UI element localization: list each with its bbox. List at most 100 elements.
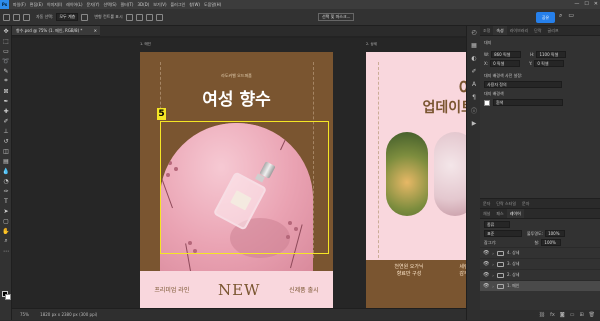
gradient-tool-icon[interactable]: ▤ [0,156,12,166]
height-field[interactable]: 1100 픽셀 [536,51,567,58]
fill-field[interactable]: 100% [541,239,562,246]
auto-select-dropdown[interactable]: 모두 계층 [56,13,79,21]
healing-tool-icon[interactable]: ✚ [0,106,12,116]
brush-tool-icon[interactable]: ✐ [0,116,12,126]
layer-row-selected[interactable]: 👁 › 1. 메인 [480,280,600,291]
menu-select[interactable]: 선택(S) [103,2,116,8]
new-group-icon[interactable]: ▭ [570,310,575,320]
x-field[interactable]: 0 픽셀 [490,60,521,67]
align-center-icon[interactable] [135,13,143,21]
menu-3d[interactable]: 3D(D) [137,2,149,7]
artboard-detail[interactable]: 이 업데이트 천연원 오가닉 향료만 구성 세련 감각 [366,52,466,308]
tab-paths[interactable]: 패스 [493,209,506,218]
type-tool-icon[interactable]: T [0,196,12,206]
document-tab[interactable]: 향수.psd @ 75% (1. 메인, RGB/8) * ✕ [12,26,100,36]
menu-help[interactable]: 도움말(H) [204,2,221,8]
zoom-tool-icon[interactable]: ⌕ [0,236,12,246]
layer-kind-filter[interactable]: 종류 [484,221,510,228]
quick-select-tool-icon[interactable]: ✎ [0,66,12,76]
tab-channels[interactable]: 채널 [480,209,493,218]
move-options-icon[interactable] [23,13,30,21]
canvas-area[interactable]: 1. 메인 2. 상세 라도커벨 오드퍼퓸 여성 향수 프리미엄 라인 NEW … [12,38,466,308]
blend-mode-dropdown[interactable]: 표준 [484,230,522,237]
menu-type[interactable]: 문자(Y) [87,2,100,8]
tab-layers[interactable]: 레이어 [506,209,524,218]
artboard-tool-icon[interactable]: ⬚ [0,36,12,46]
align-left-icon[interactable] [125,13,133,21]
width-field[interactable]: 860 픽셀 [491,51,522,58]
paragraph-icon[interactable]: ¶ [467,91,481,104]
select-mask-button[interactable]: 선택 및 마스크... [318,13,355,21]
new-layer-icon[interactable]: ⊞ [579,310,583,320]
color-swatches[interactable] [2,291,11,300]
preset-dropdown[interactable]: 사용자 정의 [484,81,562,88]
tab-paragraph-styles[interactable]: 단락 스타일 [493,199,519,208]
path-select-tool-icon[interactable]: ➤ [0,206,12,216]
layer-row[interactable]: 👁 › 2. 상세 [480,269,600,280]
artboard-label-detail[interactable]: 2. 상세 [366,42,377,47]
swatches-icon[interactable]: ▦ [467,39,481,52]
eyedropper-tool-icon[interactable]: ✒ [0,96,12,106]
crop-tool-icon[interactable]: ⌗ [0,76,12,86]
minimize-icon[interactable]: — [574,0,579,9]
info-icon[interactable]: ⓘ [467,104,481,117]
menu-window[interactable]: 창(W) [189,2,200,8]
tab-character-2[interactable]: 문자 [519,199,532,208]
menu-plugins[interactable]: 플러그인 [171,2,186,8]
lasso-tool-icon[interactable]: ➰ [0,56,12,66]
link-layers-icon[interactable]: ⛓ [539,310,545,320]
tab-properties[interactable]: 속성 [493,26,507,35]
bg-color-swatch[interactable] [484,99,490,106]
close-tab-icon[interactable]: ✕ [94,26,97,35]
character-icon[interactable]: A [467,78,481,91]
pen-tool-icon[interactable]: ✑ [0,186,12,196]
chevron-right-icon[interactable]: › [489,284,497,289]
menu-filter[interactable]: 필터(T) [121,2,134,8]
artboard-label-main[interactable]: 1. 메인 [140,42,151,47]
menu-edit[interactable]: 편집(E) [30,2,43,8]
distribute-icon[interactable] [155,13,163,21]
blur-tool-icon[interactable]: 💧 [0,166,12,176]
selection-bounding-box[interactable] [160,121,329,254]
stamp-tool-icon[interactable]: ⊥ [0,126,12,136]
move-tool-icon[interactable] [13,13,20,21]
history-brush-tool-icon[interactable]: ↺ [0,136,12,146]
align-right-icon[interactable] [145,13,153,21]
shape-tool-icon[interactable]: ▢ [0,216,12,226]
tab-character[interactable]: 문자 [480,199,493,208]
layer-row[interactable]: 👁 › 4. 상세 [480,247,600,258]
layer-row[interactable]: 👁 › 3. 상세 [480,258,600,269]
menu-view[interactable]: 보기(V) [153,2,166,8]
fx-icon[interactable]: fx [550,310,555,320]
search-icon[interactable]: ⌕ [559,12,562,20]
maximize-icon[interactable]: ☐ [584,0,588,9]
chevron-right-icon[interactable]: › [489,273,497,278]
share-button[interactable]: 공유 [536,12,555,23]
transform-checkbox[interactable] [81,13,89,21]
menu-layer[interactable]: 레이어(L) [66,2,82,8]
document-dimensions[interactable]: 1820 px x 2380 px (300 ppi) [40,312,97,317]
menu-file[interactable]: 파일(F) [13,2,26,8]
home-icon[interactable] [3,13,10,21]
chevron-right-icon[interactable]: › [489,251,497,256]
workspace-icon[interactable]: ▭ [568,12,574,20]
color-icon[interactable]: ◐ [467,52,481,65]
brush-settings-icon[interactable]: ✐ [467,65,481,78]
tab-glyphs[interactable]: 글리프 [545,26,562,35]
hand-tool-icon[interactable]: ✋ [0,226,12,236]
more-tools-icon[interactable]: ⋯ [0,246,12,256]
actions-icon[interactable]: ▶ [467,117,481,130]
zoom-level[interactable]: 75% [20,312,29,317]
trash-icon[interactable]: 🗑 [589,310,595,320]
tab-libraries[interactable]: 라이브러리 [507,26,531,35]
move-tool-icon[interactable]: ✥ [0,26,12,36]
dodge-tool-icon[interactable]: ◔ [0,176,12,186]
tab-adjustments[interactable]: 조정 [480,26,493,35]
marquee-tool-icon[interactable]: ▭ [0,46,12,56]
tab-paragraph[interactable]: 단락 [531,26,544,35]
add-mask-icon[interactable]: ◙ [560,310,565,320]
frame-tool-icon[interactable]: ⊠ [0,86,12,96]
history-icon[interactable]: ◴ [467,26,481,39]
y-field[interactable]: 0 픽셀 [534,60,565,67]
close-icon[interactable]: ✕ [594,0,598,9]
